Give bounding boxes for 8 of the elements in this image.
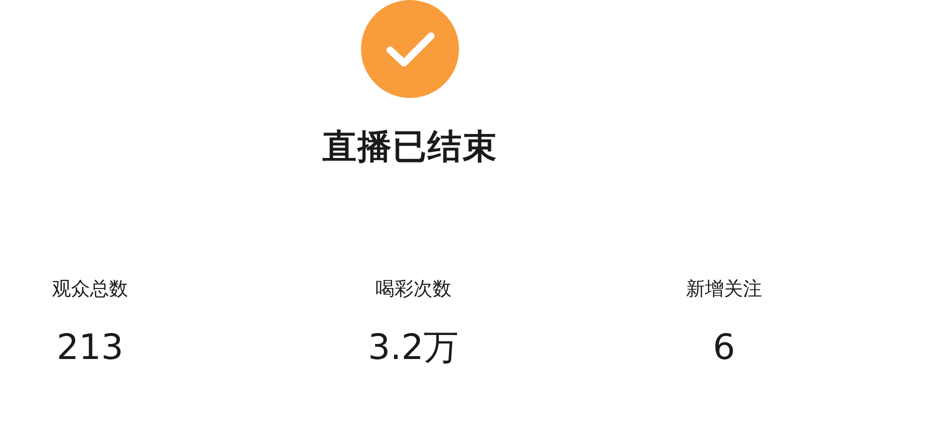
status-title: 直播已结束: [322, 126, 498, 169]
check-icon: [361, 0, 459, 98]
stat-value: 3.2万: [368, 327, 459, 370]
stat-value: 213: [56, 327, 124, 370]
stat-label: 新增关注: [686, 277, 762, 302]
stat-label: 喝彩次数: [375, 277, 452, 302]
stat-value: 6: [712, 327, 736, 370]
stat-label: 观众总数: [52, 277, 128, 302]
